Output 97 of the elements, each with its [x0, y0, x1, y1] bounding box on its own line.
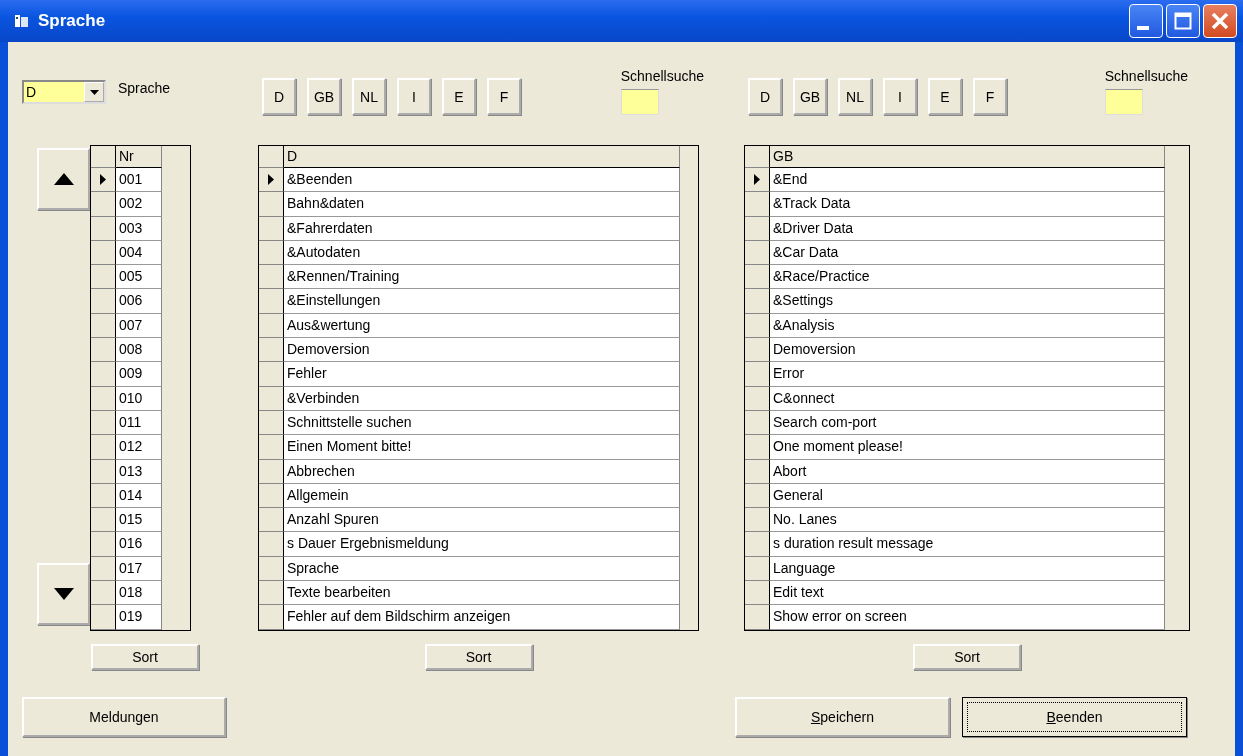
up-button[interactable]: [37, 148, 90, 210]
maximize-button[interactable]: [1166, 4, 1200, 38]
down-button[interactable]: [37, 563, 90, 625]
language-button[interactable]: E: [928, 78, 962, 115]
table-cell: &Analysis: [770, 313, 1165, 339]
table-cell: 018: [116, 581, 162, 606]
table-cell: Anzahl Spuren: [284, 508, 680, 533]
table-cell: C&onnect: [770, 386, 1165, 411]
table-cell: 006: [116, 289, 162, 314]
language-button[interactable]: D: [748, 78, 782, 115]
table-cell: &Race/Practice: [770, 265, 1165, 290]
table-cell: Demoversion: [770, 338, 1165, 363]
table-cell: Abbrechen: [284, 459, 680, 484]
table-cell: &Car Data: [770, 240, 1165, 266]
table-cell: 009: [116, 362, 162, 387]
language-button[interactable]: GB: [307, 78, 341, 115]
table-cell: 004: [116, 240, 162, 266]
column-header[interactable]: D: [284, 146, 680, 168]
table-cell: Fehler: [284, 362, 680, 387]
sort-button[interactable]: Sort: [91, 643, 199, 670]
save-button[interactable]: Speichern: [735, 696, 950, 737]
language-button[interactable]: D: [262, 78, 296, 115]
table-cell: Show error on screen: [770, 605, 1165, 630]
column-header[interactable]: GB: [770, 146, 1165, 168]
table-cell: &Settings: [770, 289, 1165, 314]
table-cell: Bahn&daten: [284, 192, 680, 217]
maximize-icon: [1174, 12, 1192, 30]
table-cell: Language: [770, 556, 1165, 582]
table-cell: Fehler auf dem Bildschirm anzeigen: [284, 605, 680, 630]
messages-button[interactable]: Meldungen: [22, 696, 226, 737]
table-cell: No. Lanes: [770, 508, 1165, 533]
language-button[interactable]: E: [442, 78, 476, 115]
table-cell: Aus&wertung: [284, 313, 680, 339]
search-label: Schnellsuche: [1104, 68, 1188, 84]
table-cell: Error: [770, 362, 1165, 387]
table-cell: &Fahrerdaten: [284, 216, 680, 241]
up-arrow-icon: [53, 173, 74, 185]
table-cell: &Autodaten: [284, 240, 680, 266]
language-button[interactable]: NL: [352, 78, 386, 115]
table-cell: s duration result message: [770, 532, 1165, 557]
table-cell: s Dauer Ergebnismeldung: [284, 532, 680, 557]
close-icon: [1210, 11, 1230, 31]
close-button[interactable]: [1203, 4, 1237, 38]
table-cell: &Driver Data: [770, 216, 1165, 241]
table-cell: 010: [116, 386, 162, 411]
table-cell: 003: [116, 216, 162, 241]
table-cell: Einen Moment bitte!: [284, 435, 680, 460]
minimize-button[interactable]: [1129, 4, 1163, 38]
language-dropdown[interactable]: D: [22, 80, 106, 104]
table-cell: &Track Data: [770, 192, 1165, 217]
table-cell: General: [770, 483, 1165, 509]
language-button[interactable]: NL: [838, 78, 872, 115]
table-cell: Edit text: [770, 581, 1165, 606]
language-label: Sprache: [118, 80, 171, 96]
sort-button[interactable]: Sort: [424, 643, 533, 670]
table-cell: 017: [116, 556, 162, 582]
table-cell: &Einstellungen: [284, 289, 680, 314]
table-cell: Schnittstelle suchen: [284, 410, 680, 436]
window-icon: [14, 14, 30, 28]
table-cell: &Verbinden: [284, 386, 680, 411]
language-button[interactable]: I: [883, 78, 917, 115]
language-button[interactable]: F: [487, 78, 521, 115]
language-button[interactable]: I: [397, 78, 431, 115]
minimize-icon: [1137, 26, 1149, 30]
down-arrow-icon: [53, 588, 74, 600]
table-cell: Demoversion: [284, 338, 680, 363]
table-cell: 014: [116, 483, 162, 509]
search-label: Schnellsuche: [620, 68, 704, 84]
table-cell: Texte bearbeiten: [284, 581, 680, 606]
language-button[interactable]: GB: [793, 78, 827, 115]
dropdown-arrow-icon: [89, 89, 99, 95]
table-cell: 012: [116, 435, 162, 460]
window-title: Sprache: [38, 11, 106, 31]
table-cell: Search com-port: [770, 410, 1165, 436]
search-field[interactable]: [1104, 89, 1143, 115]
sort-button[interactable]: Sort: [913, 643, 1021, 670]
table-cell: &Beenden: [284, 168, 680, 193]
exit-button[interactable]: Beenden: [962, 696, 1187, 737]
table-cell: One moment please!: [770, 435, 1165, 460]
table-cell: 019: [116, 605, 162, 630]
table-cell: 011: [116, 410, 162, 436]
table-cell: 001: [116, 168, 162, 193]
column-header[interactable]: Nr: [116, 146, 162, 168]
table-cell: &Rennen/Training: [284, 265, 680, 290]
table-cell: 005: [116, 265, 162, 290]
table-cell: 016: [116, 532, 162, 557]
search-field[interactable]: [620, 89, 659, 115]
table-cell: 015: [116, 508, 162, 533]
table-cell: 007: [116, 313, 162, 339]
table-cell: 013: [116, 459, 162, 484]
table-cell: Abort: [770, 459, 1165, 484]
table-cell: Allgemein: [284, 483, 680, 509]
table-cell: Sprache: [284, 556, 680, 582]
table-cell: 002: [116, 192, 162, 217]
table-cell: &End: [770, 168, 1165, 193]
language-button[interactable]: F: [973, 78, 1007, 115]
table-cell: 008: [116, 338, 162, 363]
